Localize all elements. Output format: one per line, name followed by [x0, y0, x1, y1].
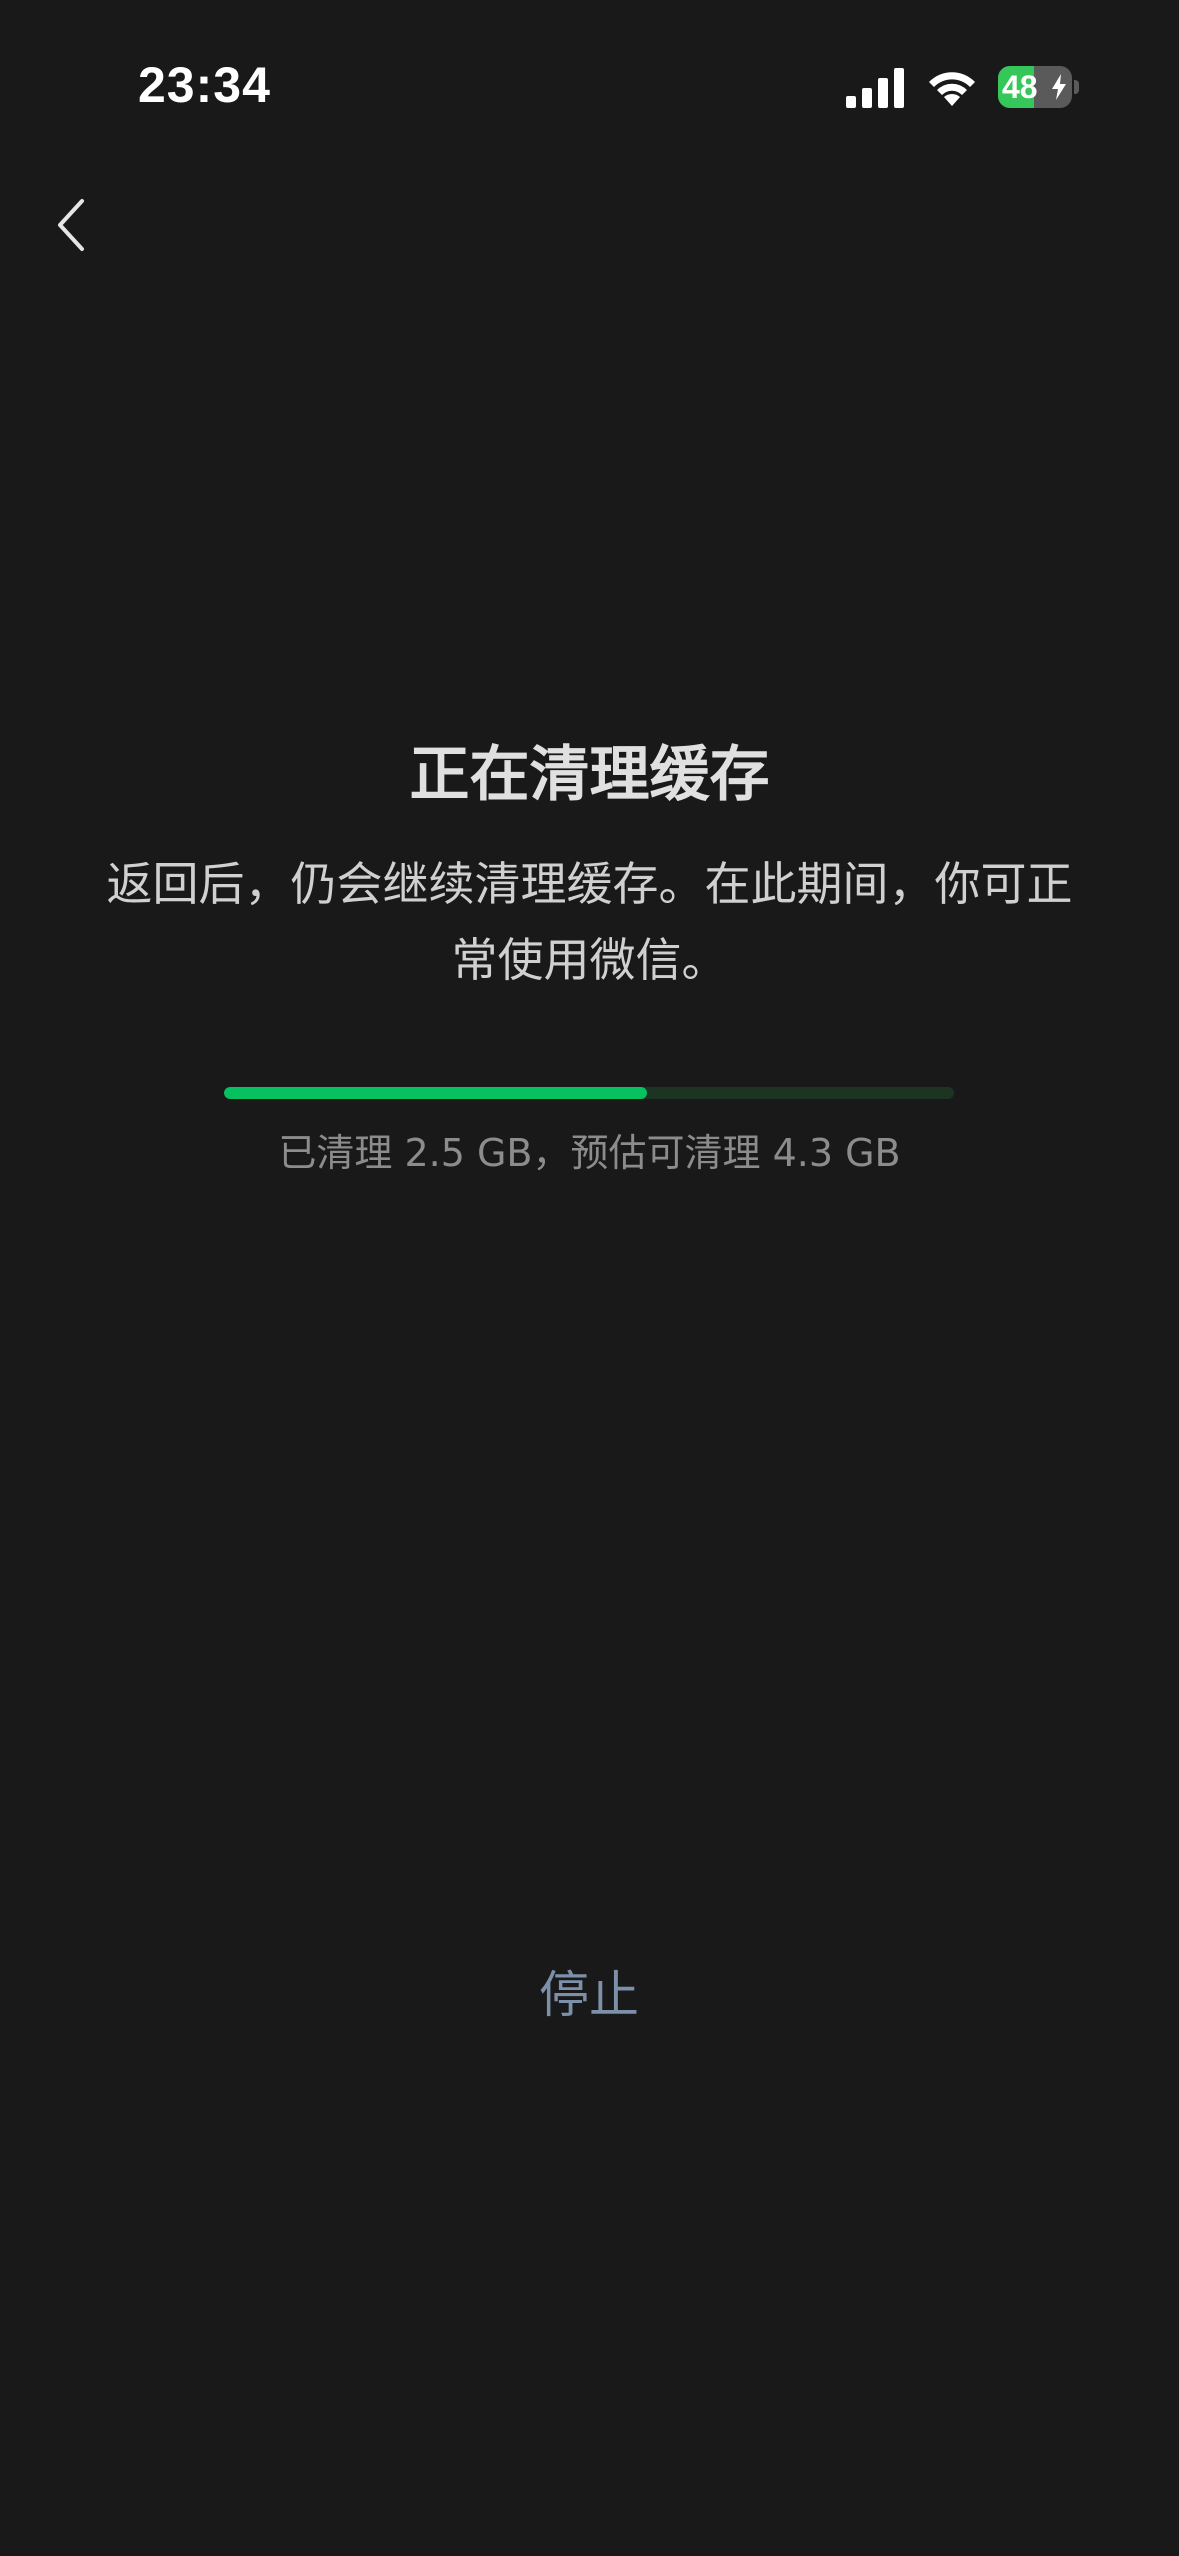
battery-level: 48: [1002, 69, 1038, 105]
battery-icon: 48: [998, 66, 1079, 108]
wifi-icon: [929, 72, 975, 106]
battery-body: 48: [998, 66, 1072, 108]
page-title: 正在清理缓存: [409, 740, 770, 810]
stop-button[interactable]: 停止: [489, 1955, 689, 2035]
description-text: 返回后，仍会继续清理缓存。在此期间，你可正常使用微信。: [106, 857, 1073, 987]
charging-bolt-icon: [1052, 74, 1066, 100]
status-bar: 23:34 48: [0, 0, 1179, 170]
progress-status-text: 已清理 2.5 GB，预估可清理 4.3 GB: [278, 1131, 901, 1175]
signal-icon: [846, 68, 904, 108]
progress-bar: [224, 1087, 954, 1099]
status-time: 23:34: [138, 57, 271, 113]
battery-tip: [1074, 80, 1079, 94]
chevron-left-icon: [58, 199, 84, 251]
progress-fill: [224, 1087, 648, 1099]
back-button[interactable]: [40, 190, 100, 260]
